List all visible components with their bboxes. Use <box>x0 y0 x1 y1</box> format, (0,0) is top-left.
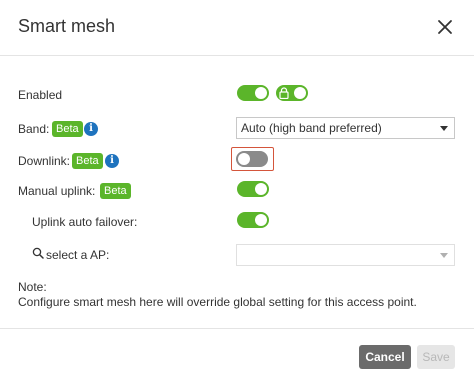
close-icon[interactable] <box>434 16 456 38</box>
uplink-auto-failover-label: Uplink auto failover: <box>32 215 138 229</box>
chevron-down-icon <box>440 253 448 258</box>
dialog-header: Smart mesh <box>0 0 474 56</box>
downlink-label: Downlink: <box>18 154 71 168</box>
select-ap-dropdown[interactable] <box>236 244 455 266</box>
toggle-knob <box>255 183 267 195</box>
chevron-down-icon <box>440 126 448 131</box>
toggle-knob <box>255 87 267 99</box>
toggle-knob <box>294 87 306 99</box>
enabled-label: Enabled <box>18 88 63 102</box>
manual-uplink-toggle[interactable] <box>237 181 269 197</box>
manual-uplink-label: Manual uplink: <box>18 184 96 198</box>
lock-icon <box>279 87 289 99</box>
cancel-button[interactable]: Cancel <box>359 345 411 369</box>
search-icon <box>32 247 44 259</box>
dialog-footer: Cancel Save <box>0 328 474 381</box>
band-label: Band: <box>18 122 50 136</box>
beta-badge: Beta <box>52 121 83 137</box>
beta-badge: Beta <box>72 153 103 169</box>
info-icon[interactable]: i <box>105 154 119 168</box>
band-select[interactable]: Auto (high band preferred) <box>236 117 455 139</box>
downlink-toggle[interactable] <box>236 151 268 167</box>
dialog-title: Smart mesh <box>18 16 116 36</box>
uplink-auto-failover-toggle[interactable] <box>237 212 269 228</box>
note-text: Configure smart mesh here will override … <box>18 295 417 309</box>
locked-toggle[interactable] <box>276 85 308 101</box>
toggle-knob <box>255 214 267 226</box>
note-title: Note: <box>18 280 47 294</box>
enabled-toggle[interactable] <box>237 85 269 101</box>
beta-badge: Beta <box>100 183 131 199</box>
toggle-knob <box>238 153 250 165</box>
info-icon[interactable]: i <box>84 122 98 136</box>
save-button[interactable]: Save <box>417 345 455 369</box>
select-ap-label: select a AP: <box>46 248 110 262</box>
smart-mesh-dialog: Smart mesh Enabled Band: Beta i Auto (hi… <box>0 0 474 381</box>
band-select-value: Auto (high band preferred) <box>241 121 382 135</box>
